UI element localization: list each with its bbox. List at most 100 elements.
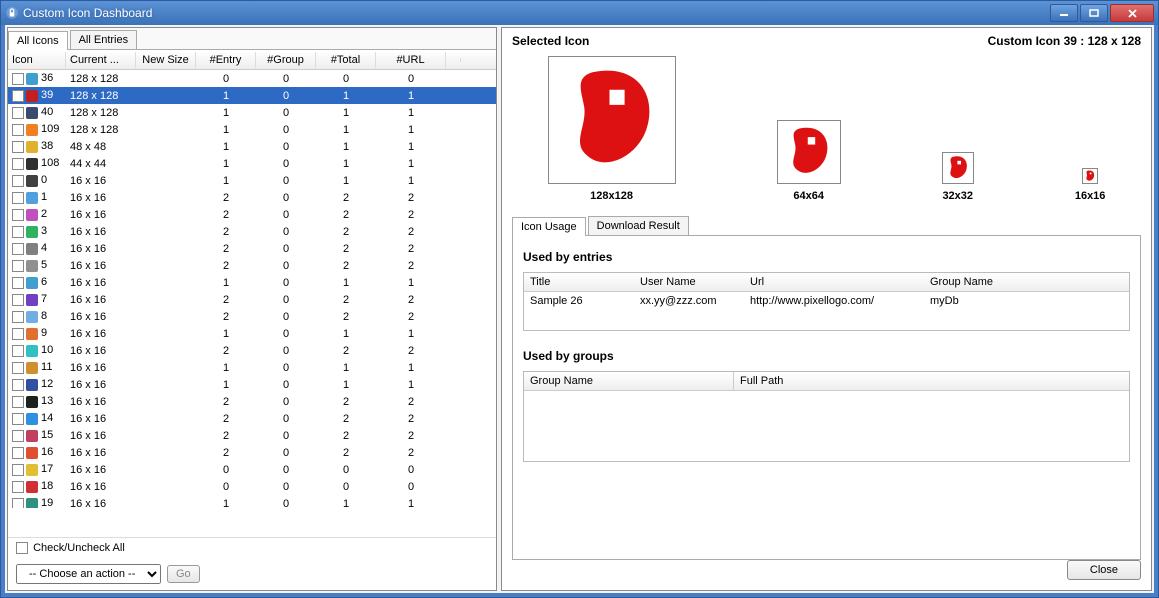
row-checkbox[interactable] [12, 362, 24, 374]
table-row[interactable]: 716 x 162022 [8, 291, 496, 308]
preview-label-64: 64x64 [793, 190, 824, 202]
table-row[interactable]: 816 x 162022 [8, 308, 496, 325]
row-checkbox[interactable] [12, 107, 24, 119]
row-checkbox[interactable] [12, 294, 24, 306]
row-checkbox[interactable] [12, 379, 24, 391]
row-checkbox[interactable] [12, 447, 24, 459]
action-select[interactable]: -- Choose an action -- [16, 564, 161, 584]
row-checkbox[interactable] [12, 498, 24, 508]
entries-col-title[interactable]: Title [524, 273, 634, 291]
table-row[interactable]: 116 x 162022 [8, 189, 496, 206]
row-checkbox[interactable] [12, 481, 24, 493]
titlebar[interactable]: Custom Icon Dashboard [1, 1, 1158, 25]
row-checkbox[interactable] [12, 430, 24, 442]
table-row[interactable]: 916 x 161011 [8, 325, 496, 342]
table-row[interactable]: 109128 x 1281011 [8, 121, 496, 138]
table-row[interactable]: 1216 x 161011 [8, 376, 496, 393]
col-header-group[interactable]: #Group [256, 52, 316, 68]
row-checkbox[interactable] [12, 124, 24, 136]
table-row[interactable]: 1016 x 162022 [8, 342, 496, 359]
groups-col-name[interactable]: Group Name [524, 372, 734, 390]
row-checkbox[interactable] [12, 277, 24, 289]
row-checkbox[interactable] [12, 73, 24, 85]
table-row[interactable]: 1716 x 160000 [8, 461, 496, 478]
entries-table: Title User Name Url Group Name Sample 26… [523, 272, 1130, 331]
table-row[interactable]: 1916 x 161011 [8, 495, 496, 508]
row-icon [26, 498, 38, 508]
app-window: Custom Icon Dashboard All Icons All Entr… [0, 0, 1159, 598]
row-checkbox[interactable] [12, 396, 24, 408]
col-header-total[interactable]: #Total [316, 52, 376, 68]
tab-all-entries[interactable]: All Entries [70, 30, 138, 49]
table-row[interactable]: 1316 x 162022 [8, 393, 496, 410]
preview-64 [777, 120, 841, 184]
table-row[interactable]: 216 x 162022 [8, 206, 496, 223]
table-row[interactable]: 3848 x 481011 [8, 138, 496, 155]
table-row[interactable]: 1816 x 160000 [8, 478, 496, 495]
right-pane: Selected Icon Custom Icon 39 : 128 x 128… [501, 27, 1152, 591]
row-checkbox[interactable] [12, 175, 24, 187]
row-checkbox[interactable] [12, 328, 24, 340]
row-checkbox[interactable] [12, 141, 24, 153]
row-checkbox[interactable] [12, 209, 24, 221]
groups-col-path[interactable]: Full Path [734, 372, 1129, 390]
table-row[interactable]: 1116 x 161011 [8, 359, 496, 376]
left-pane: All Icons All Entries Icon Current ... N… [7, 27, 497, 591]
table-row[interactable]: 616 x 161011 [8, 274, 496, 291]
table-row[interactable]: 1616 x 162022 [8, 444, 496, 461]
col-header-url[interactable]: #URL [376, 52, 446, 68]
row-icon [26, 192, 38, 204]
row-checkbox[interactable] [12, 90, 24, 102]
col-header-current[interactable]: Current ... [66, 52, 136, 68]
lock-icon [5, 6, 19, 20]
row-checkbox[interactable] [12, 311, 24, 323]
table-row[interactable]: 36128 x 1280000 [8, 70, 496, 87]
table-row[interactable]: 10844 x 441011 [8, 155, 496, 172]
previews: 128x128 64x64 32x32 16x16 [512, 52, 1141, 210]
close-window-button[interactable] [1110, 4, 1154, 22]
tab-download-result[interactable]: Download Result [588, 216, 689, 235]
row-checkbox[interactable] [12, 345, 24, 357]
row-icon [26, 90, 38, 102]
col-header-entry[interactable]: #Entry [196, 52, 256, 68]
entries-col-user[interactable]: User Name [634, 273, 744, 291]
row-icon [26, 294, 38, 306]
entries-col-url[interactable]: Url [744, 273, 924, 291]
col-header-icon[interactable]: Icon [8, 52, 66, 68]
row-checkbox[interactable] [12, 158, 24, 170]
table-row[interactable]: 316 x 162022 [8, 223, 496, 240]
table-body[interactable]: 36128 x 1280000 39128 x 1281011 40128 x … [8, 70, 496, 508]
window-title: Custom Icon Dashboard [23, 6, 1048, 20]
go-button[interactable]: Go [167, 565, 200, 583]
row-icon [26, 379, 38, 391]
table-row[interactable]: 416 x 162022 [8, 240, 496, 257]
maximize-button[interactable] [1080, 4, 1108, 22]
row-icon [26, 396, 38, 408]
row-icon [26, 481, 38, 493]
table-row[interactable]: 1416 x 162022 [8, 410, 496, 427]
row-checkbox[interactable] [12, 226, 24, 238]
table-row[interactable]: 1516 x 162022 [8, 427, 496, 444]
row-checkbox[interactable] [12, 260, 24, 272]
entries-row[interactable]: Sample 26 xx.yy@zzz.com http://www.pixel… [524, 292, 1129, 310]
row-checkbox[interactable] [12, 464, 24, 476]
entry-url: http://www.pixellogo.com/ [744, 292, 924, 310]
row-checkbox[interactable] [12, 413, 24, 425]
entries-col-group[interactable]: Group Name [924, 273, 1129, 291]
table-row[interactable]: 39128 x 1281011 [8, 87, 496, 104]
row-icon [26, 175, 38, 187]
row-icon [26, 243, 38, 255]
table-row[interactable]: 516 x 162022 [8, 257, 496, 274]
row-checkbox[interactable] [12, 243, 24, 255]
col-header-new[interactable]: New Size [136, 52, 196, 68]
table-row[interactable]: 40128 x 1281011 [8, 104, 496, 121]
check-uncheck-all[interactable]: Check/Uncheck All [16, 542, 125, 554]
row-checkbox[interactable] [12, 192, 24, 204]
tab-icon-usage[interactable]: Icon Usage [512, 217, 586, 236]
close-button[interactable]: Close [1067, 560, 1141, 580]
table-row[interactable]: 016 x 161011 [8, 172, 496, 189]
entry-title: Sample 26 [524, 292, 634, 310]
tab-all-icons[interactable]: All Icons [8, 31, 68, 50]
minimize-button[interactable] [1050, 4, 1078, 22]
row-icon [26, 260, 38, 272]
